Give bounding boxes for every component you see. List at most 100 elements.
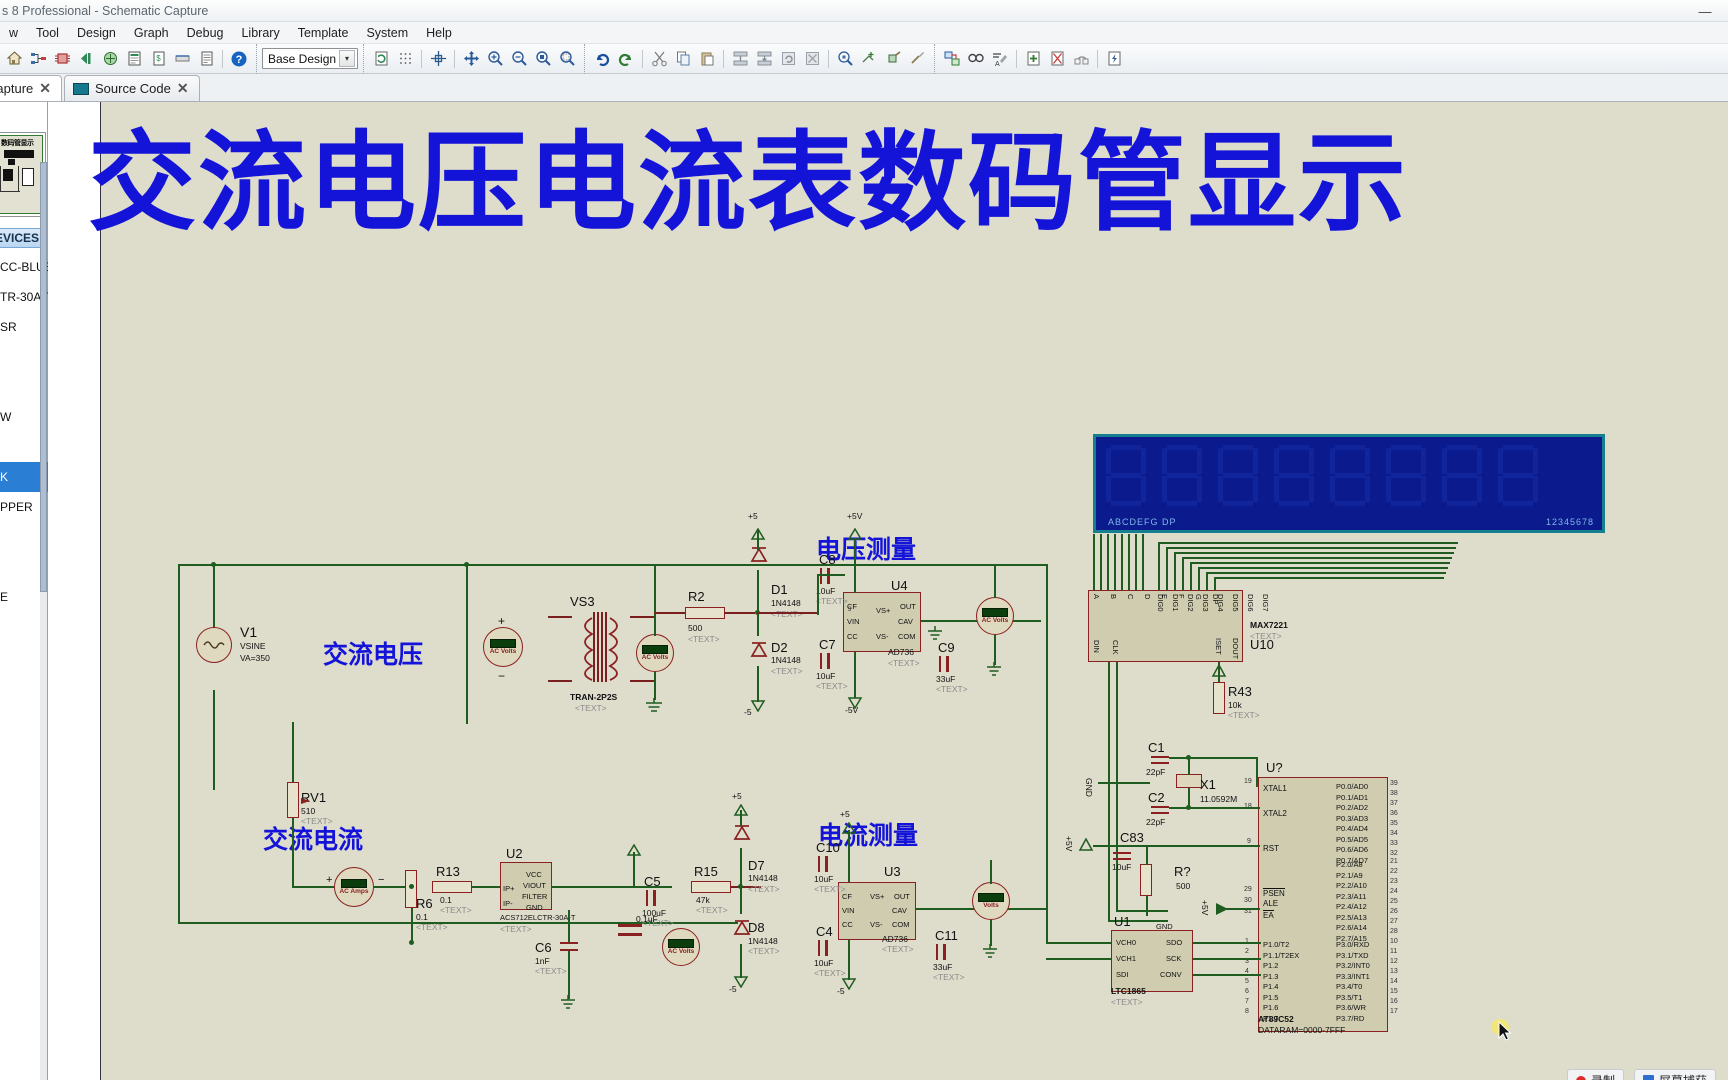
menu-item-debug[interactable]: Debug (178, 24, 233, 42)
chip-icon[interactable] (50, 47, 74, 71)
menu-item-help[interactable]: Help (417, 24, 461, 42)
new-sheet-icon[interactable] (1021, 47, 1045, 71)
block-move-icon[interactable] (752, 47, 776, 71)
zoom-out-icon[interactable] (507, 47, 531, 71)
hierarchy-icon[interactable] (26, 47, 50, 71)
diode-D8[interactable] (731, 912, 753, 946)
meter-plus-sign: + (498, 614, 506, 628)
left-panel-scrollbar[interactable] (40, 162, 47, 1080)
scrollbar-thumb[interactable] (40, 162, 47, 592)
paste-icon[interactable] (695, 47, 719, 71)
cap-plate (1151, 756, 1169, 758)
record-button[interactable]: 录制 (1566, 1069, 1624, 1080)
pick-device-icon[interactable] (833, 47, 857, 71)
component-X1[interactable] (1176, 774, 1202, 788)
wire (817, 574, 845, 576)
meter-ac-volts-4[interactable]: AC Volts (662, 928, 700, 966)
back-nav-icon[interactable] (74, 47, 98, 71)
copy-icon[interactable] (671, 47, 695, 71)
minimize-button[interactable]: — (1682, 0, 1728, 22)
record-label: 录制 (1591, 1072, 1615, 1080)
document-icon[interactable]: $ (146, 47, 170, 71)
bom-icon[interactable] (122, 47, 146, 71)
menu-item-library[interactable]: Library (232, 24, 288, 42)
power-rail-icon[interactable] (1102, 47, 1126, 71)
component-R13[interactable] (432, 881, 472, 893)
menu-item-tool[interactable]: Tool (27, 24, 68, 42)
component-R43[interactable] (1213, 682, 1225, 714)
3d-view-icon[interactable] (170, 47, 194, 71)
display-digit (1386, 445, 1428, 507)
junction (409, 884, 414, 889)
make-device-icon[interactable] (857, 47, 881, 71)
meter-ac-volts-1[interactable]: AC Volts (483, 627, 523, 667)
diode-D1[interactable] (748, 539, 770, 573)
zoom-in-icon[interactable] (483, 47, 507, 71)
power-label-plus5: +5 (840, 809, 850, 819)
block-delete-icon[interactable] (800, 47, 824, 71)
tab-capture[interactable]: Capture ✕ (0, 75, 62, 101)
component-R-reset[interactable] (1140, 864, 1152, 896)
help-icon[interactable]: ? (227, 47, 251, 71)
diode-D7[interactable] (731, 817, 753, 851)
pin-P2.6: P2.6/A14 (1336, 923, 1367, 932)
grid-icon[interactable] (393, 47, 417, 71)
screen-capture-button[interactable]: 屏幕捕获 (1633, 1069, 1716, 1080)
meter-ac-amps[interactable]: AC Amps (334, 867, 374, 907)
component-R15[interactable] (691, 881, 731, 893)
tab-source-code[interactable]: Source Code ✕ (63, 75, 200, 101)
seven-segment-display[interactable]: ABCDEFG DP 12345678 (1093, 434, 1605, 533)
close-icon[interactable]: ✕ (39, 80, 51, 97)
block-copy-icon[interactable] (728, 47, 752, 71)
pin-VSminus: VS- (870, 920, 883, 929)
schematic-canvas[interactable]: 交流电压电流表数码管显示 交流电压 交流电流 电压测量 电流测量 V1 VSIN… (48, 102, 1728, 1080)
refresh-icon[interactable] (369, 47, 393, 71)
exit-sheet-icon[interactable] (1069, 47, 1093, 71)
meter-ac-volts-3[interactable]: AC Volts (976, 597, 1014, 635)
redo-icon[interactable] (614, 47, 638, 71)
property-assign-icon[interactable] (940, 47, 964, 71)
meter-ac-volts-2[interactable]: AC Volts (636, 634, 674, 672)
diode-D2[interactable] (748, 634, 770, 668)
menu-item-design[interactable]: Design (68, 24, 125, 42)
power-arrow (626, 844, 642, 856)
origin-icon[interactable] (426, 47, 450, 71)
menu-item-graph[interactable]: Graph (125, 24, 178, 42)
pin-P0.5: P0.5/AD5 (1336, 834, 1369, 844)
menu-item-template[interactable]: Template (289, 24, 358, 42)
menu-item-w[interactable]: w (0, 24, 27, 42)
wire (1046, 564, 1048, 944)
wire (994, 635, 996, 665)
close-icon[interactable]: ✕ (177, 80, 189, 97)
home-icon[interactable] (2, 47, 26, 71)
display-digit (1106, 445, 1148, 507)
menu-item-system[interactable]: System (357, 24, 417, 42)
pin-P0.2: P0.2/AD2 (1336, 803, 1369, 812)
component-R2[interactable] (685, 607, 725, 619)
pin-CAV: CAV (892, 906, 907, 915)
chevron-down-icon[interactable]: ▾ (339, 50, 355, 67)
junction (738, 884, 743, 889)
search-icon[interactable] (964, 47, 988, 71)
pinnum: 10 (1390, 938, 1398, 945)
wire-bus (1158, 542, 1458, 544)
zoom-all-icon[interactable] (531, 47, 555, 71)
meter-volts[interactable]: Volts (972, 882, 1010, 920)
wire (630, 680, 654, 682)
design-explorer-icon[interactable]: A (988, 47, 1012, 71)
tab-source-code-label: Source Code (94, 81, 171, 96)
design-mode-combo[interactable]: Base Design ▾ (262, 48, 358, 69)
sheet-border (100, 102, 101, 1080)
undo-icon[interactable] (590, 47, 614, 71)
component-V1[interactable] (196, 627, 232, 663)
remove-sheet-icon[interactable] (1045, 47, 1069, 71)
decompose-icon[interactable] (905, 47, 929, 71)
pan-icon[interactable] (459, 47, 483, 71)
cut-icon[interactable] (647, 47, 671, 71)
cap-plate (618, 933, 642, 936)
zoom-area-icon[interactable] (555, 47, 579, 71)
packaging-icon[interactable] (881, 47, 905, 71)
netlist-icon[interactable] (98, 47, 122, 71)
report-icon[interactable] (194, 47, 218, 71)
block-rotate-icon[interactable] (776, 47, 800, 71)
